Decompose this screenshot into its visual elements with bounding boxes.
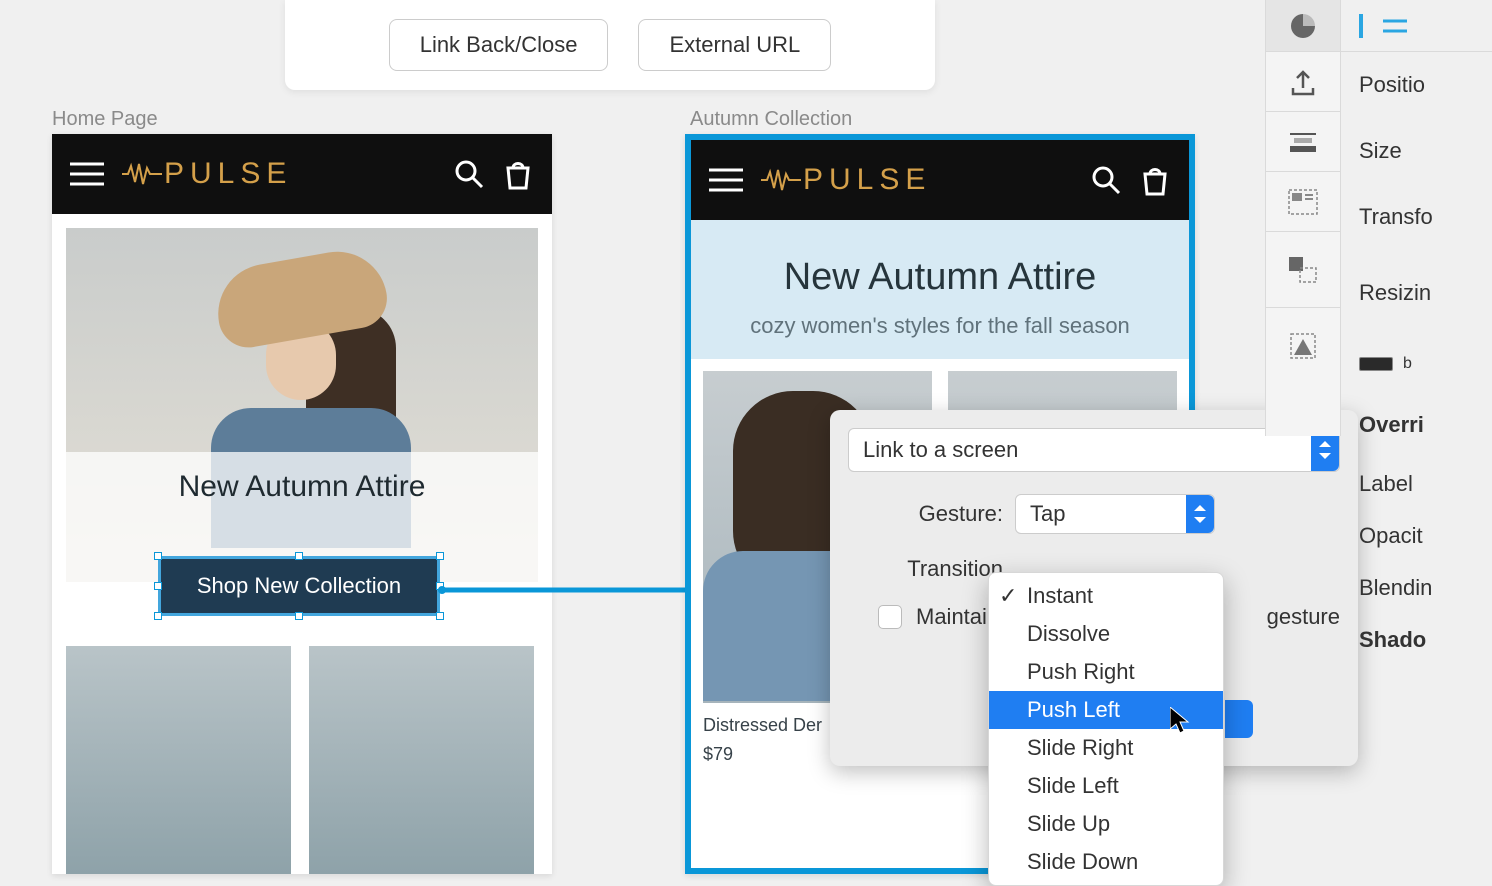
brand-logo: PULSE (122, 157, 292, 191)
mask-icon[interactable] (1266, 232, 1340, 308)
transition-option-instant[interactable]: Instant (989, 577, 1223, 615)
artboard-label-home[interactable]: Home Page (52, 108, 158, 131)
ok-button-highlight (1225, 700, 1253, 738)
link-back-close-button[interactable]: Link Back/Close (389, 19, 609, 71)
search-icon[interactable] (454, 159, 484, 189)
gesture-label: Gesture: (848, 501, 1003, 527)
artboard-label-autumn[interactable]: Autumn Collection (690, 108, 852, 131)
shopping-bag-icon[interactable] (502, 158, 534, 190)
product-thumb[interactable] (66, 646, 291, 874)
inspector-position[interactable]: Positio (1341, 52, 1492, 118)
home-product-row (66, 646, 534, 874)
inspector-opacity[interactable]: Opacit (1341, 510, 1492, 562)
home-hero: New Autumn Attire (66, 228, 538, 582)
hamburger-icon[interactable] (709, 167, 743, 193)
hamburger-icon[interactable] (70, 161, 104, 187)
autumn-hero-sub: cozy women's styles for the fall season (701, 313, 1179, 339)
inspector-resizing[interactable]: Resizin (1341, 250, 1492, 336)
selection-handle[interactable] (436, 552, 444, 560)
align-icon[interactable] (1266, 112, 1340, 172)
maintain-scroll-label: Maintai (916, 604, 987, 630)
inspector-shadows[interactable]: Shado (1341, 614, 1492, 666)
shop-new-collection-button[interactable]: Shop New Collection (158, 556, 440, 616)
selection-handle[interactable] (154, 612, 162, 620)
transition-option-dissolve[interactable]: Dissolve (989, 615, 1223, 653)
selection-handle[interactable] (436, 612, 444, 620)
transition-label: Transition (848, 556, 1003, 582)
inspector-blending[interactable]: Blendin (1341, 562, 1492, 614)
search-icon[interactable] (1091, 165, 1121, 195)
fill-icon[interactable] (1266, 308, 1340, 384)
inspector-size[interactable]: Size (1341, 118, 1492, 184)
maintain-scroll-checkbox[interactable] (878, 605, 902, 629)
shopping-bag-icon[interactable] (1139, 164, 1171, 196)
home-hero-title: New Autumn Attire (66, 470, 538, 504)
transition-dropdown-menu[interactable]: Instant Dissolve Push Right Push Left Sl… (988, 572, 1224, 886)
inspector-top-tabs[interactable] (1341, 0, 1492, 52)
inspector-panel: Positio Size Transfo Resizin b Overri La… (1341, 0, 1492, 874)
selection-handle[interactable] (154, 552, 162, 560)
gesture-suffix: gesture (1267, 604, 1340, 630)
inspector-layer-row[interactable]: b (1341, 336, 1492, 392)
selection-handle[interactable] (295, 552, 303, 560)
autumn-hero-title: New Autumn Attire (701, 256, 1179, 299)
external-url-button[interactable]: External URL (638, 19, 831, 71)
transition-option-slide-left[interactable]: Slide Left (989, 767, 1223, 805)
link-type-popover: Link Back/Close External URL (285, 0, 935, 90)
transition-option-slide-up[interactable]: Slide Up (989, 805, 1223, 843)
inspector-label[interactable]: Label (1341, 458, 1492, 510)
inspector-tab-style-icon[interactable] (1266, 0, 1340, 52)
selection-handle[interactable] (154, 582, 162, 590)
inspector-overrides[interactable]: Overri (1341, 392, 1492, 458)
export-icon[interactable] (1266, 52, 1340, 112)
inspector-transform[interactable]: Transfo (1341, 184, 1492, 250)
transition-option-slide-right[interactable]: Slide Right (989, 729, 1223, 767)
transition-option-slide-down[interactable]: Slide Down (989, 843, 1223, 881)
product-thumb[interactable] (309, 646, 534, 874)
selection-handle[interactable] (436, 582, 444, 590)
mobile-header: PULSE (52, 134, 552, 214)
transition-option-push-left[interactable]: Push Left (989, 691, 1223, 729)
transition-option-push-right[interactable]: Push Right (989, 653, 1223, 691)
selection-handle[interactable] (295, 612, 303, 620)
mobile-header: PULSE (691, 140, 1189, 220)
layout-icon[interactable] (1266, 172, 1340, 232)
brand-logo: PULSE (761, 163, 931, 197)
layer-swatch-icon (1359, 357, 1393, 371)
autumn-hero: New Autumn Attire cozy women's styles fo… (691, 220, 1189, 359)
gesture-select[interactable]: Tap (1015, 494, 1215, 534)
inspector-icon-rail (1265, 0, 1341, 436)
stepper-icon[interactable] (1186, 495, 1214, 533)
